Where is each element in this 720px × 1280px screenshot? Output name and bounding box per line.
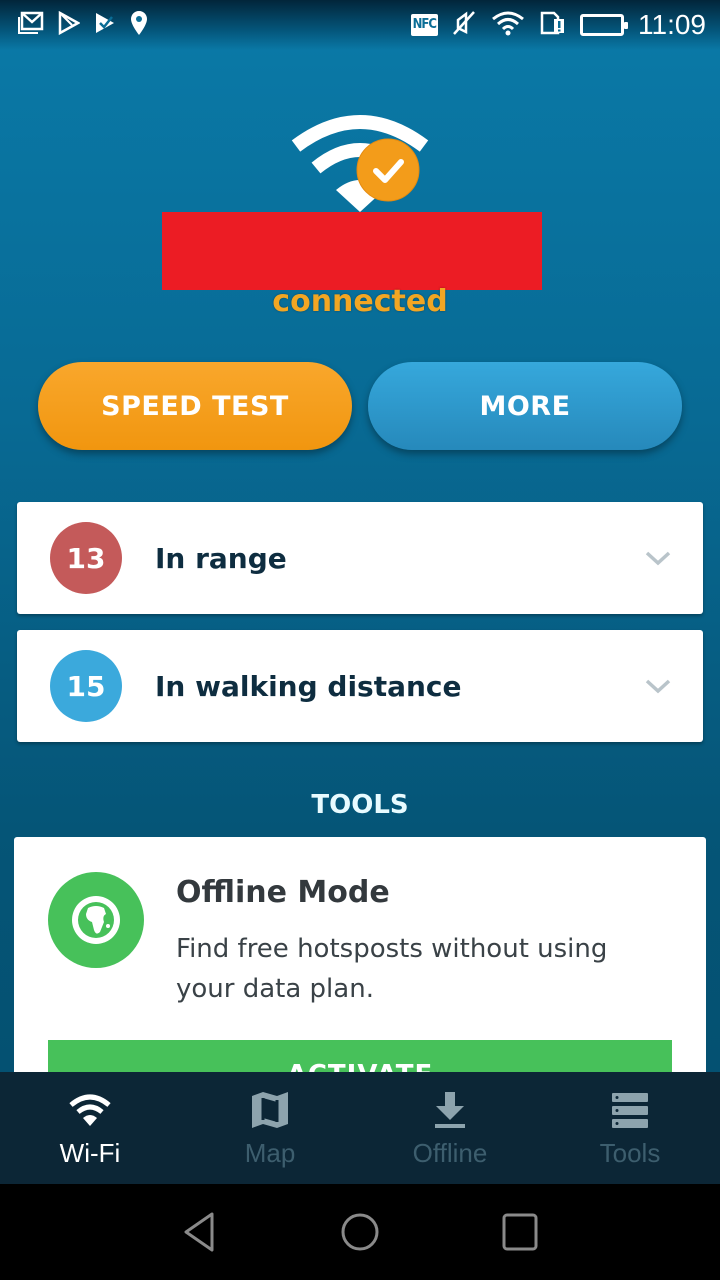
walking-distance-card[interactable]: 15 In walking distance — [17, 630, 703, 742]
chevron-down-icon[interactable] — [643, 548, 673, 568]
in-range-card[interactable]: 13 In range — [17, 502, 703, 614]
wifi-connected-icon — [290, 112, 430, 212]
network-name-redacted — [162, 212, 542, 290]
app-screen: NFC 11:09 connected SPEED TEST MORE 13 I… — [0, 0, 720, 1184]
nav-tab-map[interactable]: Map — [180, 1072, 360, 1184]
nav-label-wifi: Wi-Fi — [59, 1138, 121, 1168]
clock: 11:09 — [638, 9, 706, 40]
walking-distance-label: In walking distance — [155, 669, 462, 703]
globe-icon — [48, 872, 144, 968]
connection-status: connected — [272, 284, 448, 319]
battery-icon — [580, 14, 628, 36]
in-range-label: In range — [155, 541, 287, 575]
chevron-down-icon[interactable] — [643, 676, 673, 696]
nav-tab-tools[interactable]: Tools — [540, 1072, 720, 1184]
tools-list-icon — [608, 1090, 652, 1130]
tools-section-title: TOOLS — [311, 790, 409, 820]
offline-mode-title: Offline Mode — [176, 875, 390, 910]
nfc-icon: NFC — [410, 14, 438, 36]
location-icon — [130, 10, 148, 40]
gmail-icon — [18, 11, 44, 39]
play-check-icon — [94, 11, 116, 39]
recents-icon[interactable] — [498, 1210, 542, 1254]
speed-test-button[interactable]: SPEED TEST — [38, 362, 352, 450]
in-range-count-badge: 13 — [50, 522, 122, 594]
wifi-signal-icon — [490, 10, 526, 40]
walking-distance-count-badge: 15 — [50, 650, 122, 722]
back-icon[interactable] — [180, 1210, 224, 1254]
mute-icon — [452, 10, 476, 40]
more-button[interactable]: MORE — [368, 362, 682, 450]
nav-tab-wifi[interactable]: Wi-Fi — [0, 1072, 180, 1184]
download-icon — [428, 1090, 472, 1130]
nav-tab-offline[interactable]: Offline — [360, 1072, 540, 1184]
wifi-icon — [68, 1090, 112, 1130]
sim-alert-icon — [540, 11, 566, 39]
nav-label-offline: Offline — [412, 1138, 488, 1168]
nav-label-tools: Tools — [599, 1138, 661, 1168]
bottom-navigation: Wi-Fi Map Offline Tools — [0, 1072, 720, 1184]
nav-label-map: Map — [244, 1138, 296, 1168]
map-icon — [248, 1090, 292, 1130]
status-bar: NFC 11:09 — [0, 0, 720, 50]
offline-mode-description: Find free hotsposts without using your d… — [176, 934, 608, 1004]
play-store-icon — [58, 10, 81, 39]
home-icon[interactable] — [338, 1210, 382, 1254]
